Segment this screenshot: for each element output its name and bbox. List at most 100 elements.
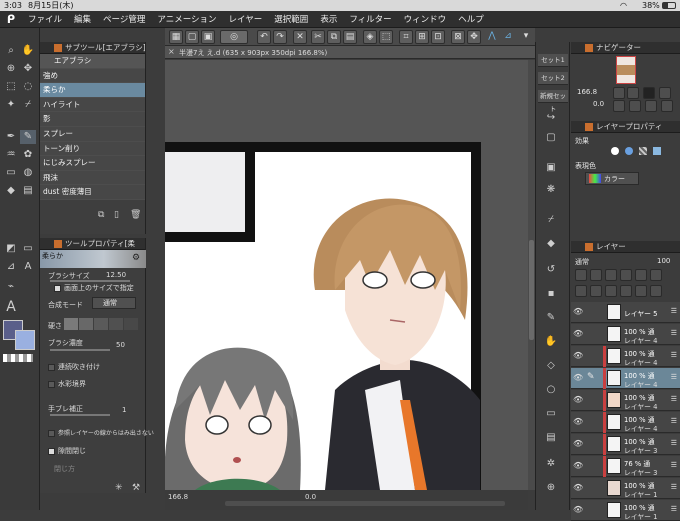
layer-draft-icon[interactable] (620, 269, 632, 281)
action-select-icon[interactable]: ❋ (544, 184, 558, 196)
reset-rotation-icon[interactable] (645, 100, 657, 112)
action-edit-icon[interactable]: ▣ (544, 162, 558, 174)
action-hand-icon[interactable]: ✋ (544, 336, 558, 348)
eye-icon[interactable]: 👁 (573, 417, 583, 427)
close-gap-option[interactable]: 隙間閉じ (48, 446, 86, 456)
effect-tone-icon[interactable] (639, 147, 647, 155)
hand-tool-icon[interactable]: ✋ (20, 44, 36, 58)
density-value[interactable]: 50 (116, 341, 125, 349)
redo-icon[interactable]: ↷ (273, 30, 287, 44)
navigator-zoom[interactable]: 166.8 (577, 88, 597, 96)
frame-tool-icon[interactable]: ▭ (20, 242, 36, 256)
eye-icon[interactable]: 👁 (573, 351, 583, 361)
perspective-snap-icon[interactable]: ⊿ (501, 30, 515, 44)
app-logo-icon[interactable]: ᑭ (0, 13, 22, 26)
action-note-icon[interactable]: ▭ (544, 408, 558, 420)
figure-tool-icon[interactable]: ◩ (3, 242, 19, 256)
layer-row[interactable]: 👁 レイヤー 5 ☰ (571, 302, 680, 323)
navigator-rotation[interactable]: 0.0 (593, 100, 604, 108)
set-tab-new[interactable]: 新規セット (538, 90, 568, 113)
fill-tool-icon[interactable]: ◆ (3, 184, 19, 198)
canvas-area[interactable] (165, 60, 528, 490)
selection-tool-icon[interactable]: ⬚ (3, 80, 19, 94)
companion-mode-icon[interactable]: ◎ (220, 30, 248, 44)
cut-icon[interactable]: ✂ (311, 30, 325, 44)
eye-icon[interactable]: 👁 (573, 395, 583, 405)
merge-layer-icon[interactable] (620, 285, 632, 297)
fit-icon[interactable] (643, 87, 655, 99)
action-circle-icon[interactable]: ○ (544, 384, 558, 396)
eye-icon[interactable]: 👁 (573, 439, 583, 449)
deselect-icon[interactable]: ⌗ (399, 30, 413, 44)
effect-border-icon[interactable] (611, 147, 619, 155)
layer-clip-icon[interactable] (590, 269, 602, 281)
footer-zoom[interactable]: 166.8 (168, 490, 188, 504)
ruler-tool-icon[interactable]: ⊿ (3, 260, 19, 274)
subtool-group[interactable]: エアブラシ (40, 54, 145, 69)
gradient-tool-icon[interactable]: ▤ (20, 184, 36, 198)
grid-menu-icon[interactable]: ▦ (169, 30, 183, 44)
menu-filter[interactable]: フィルター (343, 13, 397, 25)
layer-row[interactable]: 👁 100 % 通レイヤー 4 ☰ (571, 324, 680, 345)
stabilization-value[interactable]: 1 (122, 406, 126, 414)
subtool-item-shadow[interactable]: 影 (40, 112, 145, 127)
layer-row[interactable]: 👁 100 % 通レイヤー 4 ☰ (571, 346, 680, 367)
effect-extract-icon[interactable] (625, 147, 633, 155)
canvas-vertical-scrollbar[interactable] (528, 60, 535, 490)
layer-menu-icon[interactable] (650, 285, 662, 297)
layer-opacity[interactable]: 100 (657, 257, 670, 265)
eye-icon[interactable]: 👁 (573, 505, 583, 515)
subtool-item-blur-spray[interactable]: にじみスプレー (40, 156, 145, 171)
eye-icon[interactable]: 👁 (573, 329, 583, 339)
eye-icon[interactable]: 👁 (573, 483, 583, 493)
action-brush-icon[interactable]: ✎ (544, 312, 558, 324)
paste-icon[interactable]: ▤ (343, 30, 357, 44)
continuous-spray-option[interactable]: 連続吹き付け (48, 362, 100, 372)
ruler-snap-icon[interactable]: ⋀ (485, 30, 499, 44)
eye-icon[interactable]: 👁 (573, 461, 583, 471)
flip-icon[interactable] (659, 87, 671, 99)
layer-ruler-icon[interactable] (650, 269, 662, 281)
action-pen-icon[interactable]: ⌿ (544, 214, 558, 226)
expand-selection-icon[interactable]: ⊡ (431, 30, 445, 44)
layer-lock-icon[interactable] (575, 269, 587, 281)
airbrush-tool-icon[interactable]: ✎ (20, 130, 36, 144)
artwork-canvas[interactable] (165, 60, 528, 490)
invert-selection-icon[interactable]: ⊞ (415, 30, 429, 44)
pen-tool-icon[interactable]: ✒ (3, 130, 19, 144)
brush-size-slider[interactable] (50, 280, 130, 282)
set-tab-2[interactable]: セット2 (538, 72, 568, 85)
menu-help[interactable]: ヘルプ (452, 13, 490, 25)
hardness-selector[interactable] (64, 318, 138, 330)
layer-ref-icon[interactable] (605, 269, 617, 281)
text-A-icon[interactable]: A (3, 300, 19, 314)
auto-select-icon[interactable]: ✦ (3, 98, 19, 112)
brush-tool-icon[interactable]: ♒ (3, 148, 19, 162)
zoom-out-icon[interactable] (613, 87, 625, 99)
subtool-item-spray[interactable]: スプレー (40, 126, 145, 142)
sub-color-swatch[interactable] (15, 330, 35, 350)
copy-icon[interactable]: ⧉ (327, 30, 341, 44)
subtool-item-strong[interactable]: 強め (40, 68, 145, 84)
new-vector-layer-icon[interactable] (590, 285, 602, 297)
effect-color-icon[interactable] (653, 147, 661, 155)
blend-mode-select[interactable]: 通常 (92, 297, 136, 309)
menu-file[interactable]: ファイル (22, 13, 68, 25)
subtool-item-tone-scrape[interactable]: トーン削り (40, 141, 145, 157)
move-tool-icon[interactable]: ✥ (20, 62, 36, 76)
menu-animation[interactable]: アニメーション (151, 13, 222, 25)
lasso-tool-icon[interactable]: ◌ (20, 80, 36, 94)
subtool-item-dust[interactable]: dust 密度薄目 (40, 185, 145, 200)
clear-icon[interactable]: ✕ (293, 30, 307, 44)
density-slider[interactable] (50, 349, 110, 351)
blend-tool-icon[interactable]: ◍ (20, 166, 36, 180)
expression-color-select[interactable]: カラー (585, 172, 639, 185)
set-tab-1[interactable]: セット1 (538, 54, 568, 67)
action-tag-icon[interactable]: ◇ (544, 360, 558, 372)
menu-edit[interactable]: 編集 (68, 13, 97, 25)
canvas-size-option[interactable]: 画面上のサイズで指定 (54, 283, 134, 293)
mirror-icon[interactable] (661, 100, 673, 112)
fill-icon[interactable]: ◈ (363, 30, 377, 44)
menu-view[interactable]: 表示 (314, 13, 343, 25)
menu-window[interactable]: ウィンドウ (398, 13, 453, 25)
